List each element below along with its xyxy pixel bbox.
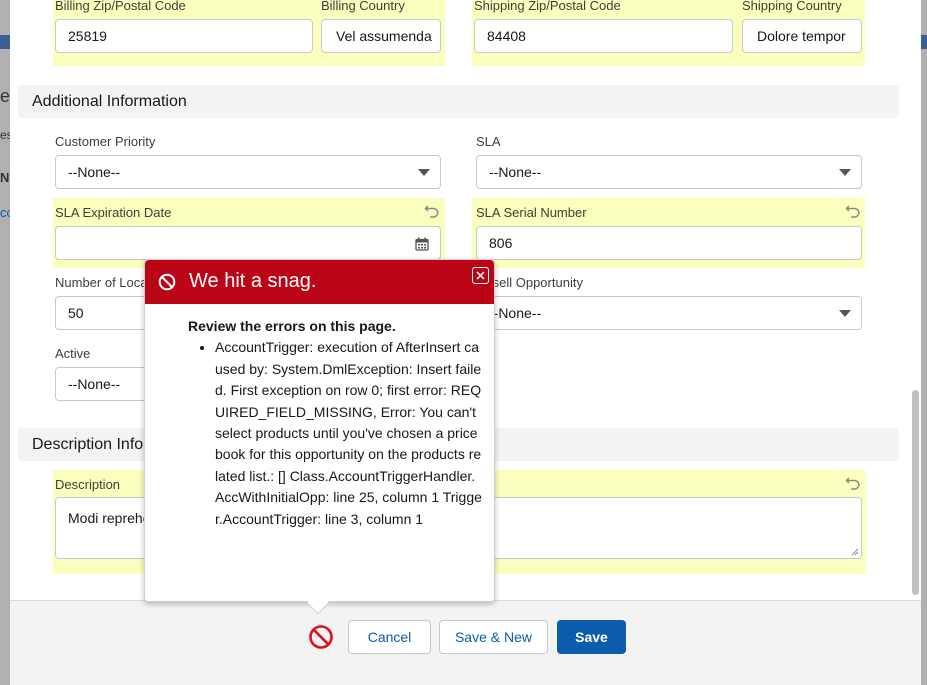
select-value: --None-- [489,164,542,180]
close-icon [476,271,485,280]
billing-zip-input[interactable]: 25819 [55,19,313,53]
error-popover: We hit a snag. Review the errors on this… [144,259,495,615]
shipping-country-label: Shipping Country [742,0,842,13]
active-label: Active [55,346,91,361]
customer-priority-label: Customer Priority [55,134,156,149]
ban-icon [158,273,176,291]
additional-information-section-header[interactable]: Additional Information [18,85,899,118]
upsell-opportunity-select[interactable]: --None-- [476,296,862,330]
undo-icon[interactable] [424,203,440,219]
customer-priority-select[interactable]: --None-- [55,155,441,189]
calendar-icon[interactable] [415,237,429,251]
billing-zip-label: Billing Zip/Postal Code [55,0,186,13]
error-popover-content: Review the errors on this page. AccountT… [188,316,483,530]
billing-country-input[interactable]: Vel assumenda [321,19,441,53]
chevron-down-icon [418,169,430,176]
shipping-zip-input[interactable]: 84408 [474,19,733,53]
close-button[interactable] [472,267,489,284]
modal-footer: Cancel Save & New Save [10,600,921,685]
background-text-fragment: N [0,170,10,185]
billing-country-label: Billing Country [321,0,405,13]
resize-grip-icon[interactable] [849,546,859,556]
sla-serial-number-input[interactable]: 806 [476,226,862,260]
shipping-country-input[interactable]: Dolore tempor [742,19,862,53]
save-and-new-button[interactable]: Save & New [439,620,548,654]
undo-icon[interactable] [845,203,861,219]
background-text-fragment: e [0,86,11,106]
error-popover-title: We hit a snag. [189,270,317,292]
sla-serial-number-label: SLA Serial Number [476,205,587,220]
undo-icon[interactable] [845,475,861,491]
chevron-down-icon [839,310,851,317]
select-value: --None-- [489,305,542,321]
modal-scrollbar[interactable] [912,390,919,595]
select-value: --None-- [68,164,121,180]
sla-label: SLA [476,134,501,149]
chevron-down-icon [839,169,851,176]
sla-expiration-label: SLA Expiration Date [55,205,172,220]
sla-expiration-date-input[interactable] [55,226,441,260]
save-button[interactable]: Save [557,620,626,654]
sla-select[interactable]: --None-- [476,155,862,189]
error-list-item: AccountTrigger: execution of AfterInsert… [215,337,483,530]
section-title: Additional Information [32,93,187,110]
error-ban-icon[interactable] [308,624,334,650]
error-list: AccountTrigger: execution of AfterInsert… [215,337,483,530]
select-value: --None-- [68,376,121,392]
shipping-zip-label: Shipping Zip/Postal Code [474,0,621,13]
description-label: Description [55,477,121,492]
error-popover-header: We hit a snag. [145,260,494,304]
background-header-strip [0,35,10,49]
cancel-button[interactable]: Cancel [348,620,431,654]
error-heading: Review the errors on this page. [188,318,396,334]
